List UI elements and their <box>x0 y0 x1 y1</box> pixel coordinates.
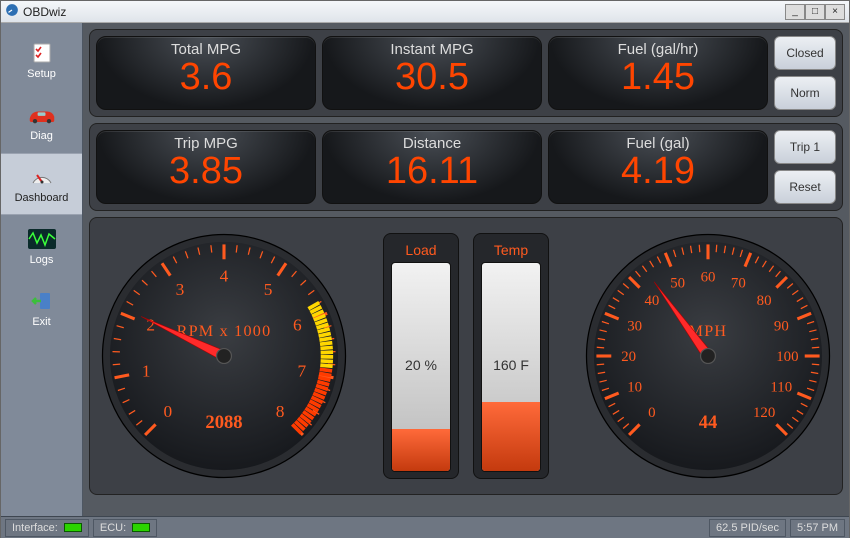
svg-text:10: 10 <box>627 379 642 395</box>
status-interface-label: Interface: <box>12 522 58 534</box>
svg-text:50: 50 <box>670 276 685 292</box>
svg-text:5: 5 <box>264 280 273 299</box>
svg-text:70: 70 <box>731 276 746 292</box>
mid-panel: Trip MPG 3.85 Distance 16.11 Fuel (gal) … <box>89 123 843 211</box>
display-value: 3.6 <box>180 56 233 99</box>
temp-bar[interactable]: Temp 160 F <box>473 233 549 479</box>
display-instant-mpg[interactable]: Instant MPG 30.5 <box>322 36 542 110</box>
led-icon <box>64 523 82 532</box>
svg-text:0: 0 <box>648 405 655 421</box>
titlebar[interactable]: OBDwiz _ □ × <box>1 1 849 23</box>
closed-button[interactable]: Closed <box>774 36 836 70</box>
rpm-gauge[interactable]: 012345678RPM x 10002088 <box>100 232 348 480</box>
dashboard-logo-icon <box>5 3 19 20</box>
status-time: 5:57 PM <box>790 519 845 537</box>
svg-text:6: 6 <box>293 316 302 335</box>
sidebar-item-logs[interactable]: Logs <box>1 215 82 277</box>
svg-text:40: 40 <box>644 293 659 309</box>
svg-text:1: 1 <box>142 361 151 380</box>
maximize-button[interactable]: □ <box>805 4 825 20</box>
svg-text:90: 90 <box>774 319 789 335</box>
close-button[interactable]: × <box>825 4 845 20</box>
window-title: OBDwiz <box>23 5 66 19</box>
status-interface: Interface: <box>5 519 89 537</box>
dashboard-content: Total MPG 3.6 Instant MPG 30.5 Fuel (gal… <box>83 23 849 516</box>
car-icon <box>28 103 56 127</box>
sidebar-item-label: Dashboard <box>15 192 69 204</box>
svg-text:2: 2 <box>146 316 155 335</box>
exit-icon <box>28 289 56 313</box>
svg-text:3: 3 <box>176 280 185 299</box>
svg-text:44: 44 <box>699 412 718 433</box>
display-value: 30.5 <box>395 56 469 99</box>
bar-label: Temp <box>494 238 528 262</box>
status-pid: 62.5 PID/sec <box>709 519 786 537</box>
trip1-button[interactable]: Trip 1 <box>774 130 836 164</box>
display-fuel-galhr[interactable]: Fuel (gal/hr) 1.45 <box>548 36 768 110</box>
app-window: OBDwiz _ □ × Setup Diag <box>0 0 850 538</box>
gauge-icon <box>28 165 56 189</box>
svg-text:8: 8 <box>276 402 285 421</box>
checklist-icon <box>28 41 56 65</box>
display-distance[interactable]: Distance 16.11 <box>322 130 542 204</box>
bar-fill <box>392 429 450 471</box>
sidebar-item-label: Logs <box>30 254 54 266</box>
display-total-mpg[interactable]: Total MPG 3.6 <box>96 36 316 110</box>
svg-text:20: 20 <box>621 349 636 365</box>
display-value: 3.85 <box>169 150 243 193</box>
bottom-panel: 012345678RPM x 10002088 Load 20 % Temp <box>89 217 843 495</box>
bar-tube: 20 % <box>391 262 451 472</box>
waveform-icon <box>28 227 56 251</box>
bar-value: 20 % <box>392 357 450 373</box>
sidebar-item-diag[interactable]: Diag <box>1 91 82 153</box>
load-bar[interactable]: Load 20 % <box>383 233 459 479</box>
svg-text:100: 100 <box>776 349 798 365</box>
mph-gauge[interactable]: 0102030405060708090100110120MPH44 <box>584 232 832 480</box>
svg-text:7: 7 <box>297 361 306 380</box>
minimize-button[interactable]: _ <box>785 4 805 20</box>
svg-text:110: 110 <box>770 379 792 395</box>
svg-text:60: 60 <box>701 270 716 286</box>
sidebar-item-label: Diag <box>30 130 53 142</box>
sidebar-item-label: Setup <box>27 68 56 80</box>
sidebar: Setup Diag Dashboard Logs <box>1 23 83 516</box>
svg-text:0: 0 <box>164 402 173 421</box>
status-ecu-label: ECU: <box>100 522 126 534</box>
status-ecu: ECU: <box>93 519 157 537</box>
bar-value: 160 F <box>482 357 540 373</box>
svg-text:80: 80 <box>757 293 772 309</box>
svg-text:2088: 2088 <box>205 412 242 433</box>
svg-text:30: 30 <box>627 319 642 335</box>
display-value: 16.11 <box>386 150 478 193</box>
sidebar-item-setup[interactable]: Setup <box>1 29 82 91</box>
display-fuel-gal[interactable]: Fuel (gal) 4.19 <box>548 130 768 204</box>
display-value: 4.19 <box>621 150 695 193</box>
led-icon <box>132 523 150 532</box>
display-trip-mpg[interactable]: Trip MPG 3.85 <box>96 130 316 204</box>
bar-fill <box>482 402 540 471</box>
reset-button[interactable]: Reset <box>774 170 836 204</box>
sidebar-item-label: Exit <box>32 316 50 328</box>
svg-text:4: 4 <box>220 267 229 286</box>
bar-tube: 160 F <box>481 262 541 472</box>
display-value: 1.45 <box>621 56 695 99</box>
norm-button[interactable]: Norm <box>774 76 836 110</box>
bar-label: Load <box>405 238 436 262</box>
sidebar-item-dashboard[interactable]: Dashboard <box>1 153 82 215</box>
top-panel: Total MPG 3.6 Instant MPG 30.5 Fuel (gal… <box>89 29 843 117</box>
svg-text:120: 120 <box>753 405 775 421</box>
sidebar-item-exit[interactable]: Exit <box>1 277 82 339</box>
statusbar: Interface: ECU: 62.5 PID/sec 5:57 PM <box>1 516 849 538</box>
